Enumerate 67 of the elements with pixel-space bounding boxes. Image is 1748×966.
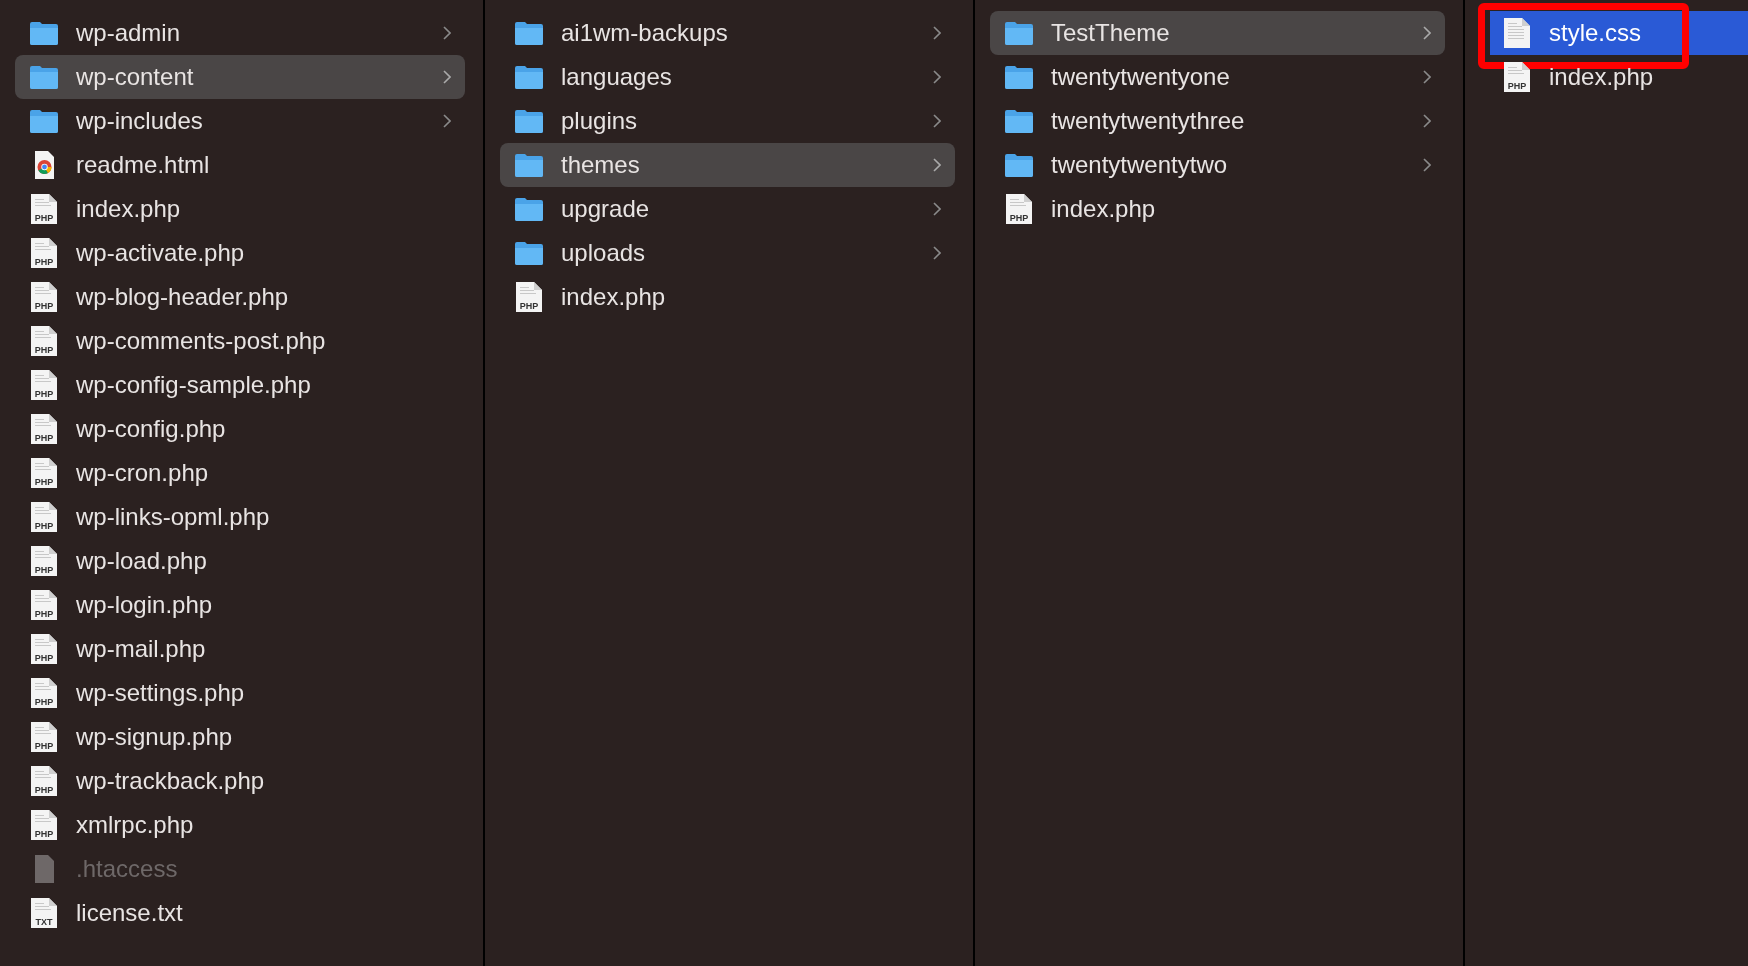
document-icon: PHP bbox=[29, 765, 59, 797]
file-row[interactable]: PHP wp-settings.php bbox=[15, 671, 465, 715]
chevron-icon bbox=[443, 114, 451, 128]
document-icon: PHP bbox=[29, 809, 59, 841]
file-row[interactable]: PHP index.php bbox=[15, 187, 465, 231]
document-icon bbox=[1502, 17, 1532, 49]
folder-row[interactable]: wp-admin bbox=[15, 11, 465, 55]
document-icon: TXT bbox=[29, 897, 59, 929]
folder-row[interactable]: plugins bbox=[500, 99, 955, 143]
chevron-icon bbox=[1423, 158, 1431, 172]
document-icon: PHP bbox=[29, 457, 59, 489]
chevron-icon bbox=[933, 246, 941, 260]
file-row[interactable]: PHP xmlrpc.php bbox=[15, 803, 465, 847]
chevron-icon bbox=[933, 70, 941, 84]
chevron-icon bbox=[1423, 70, 1431, 84]
document-icon: PHP bbox=[29, 545, 59, 577]
file-row[interactable]: PHP wp-signup.php bbox=[15, 715, 465, 759]
file-row[interactable]: PHP wp-activate.php bbox=[15, 231, 465, 275]
folder-row[interactable]: twentytwentythree bbox=[990, 99, 1445, 143]
folder-row[interactable]: upgrade bbox=[500, 187, 955, 231]
folder-row[interactable]: languages bbox=[500, 55, 955, 99]
file-row[interactable]: PHP wp-comments-post.php bbox=[15, 319, 465, 363]
document-icon: PHP bbox=[514, 281, 544, 313]
document-icon: PHP bbox=[29, 677, 59, 709]
file-row[interactable]: PHP wp-load.php bbox=[15, 539, 465, 583]
document-icon: PHP bbox=[29, 237, 59, 269]
file-row[interactable]: style.css bbox=[1490, 11, 1748, 55]
folder-row[interactable]: uploads bbox=[500, 231, 955, 275]
document-icon: PHP bbox=[29, 633, 59, 665]
chevron-icon bbox=[933, 114, 941, 128]
file-row[interactable]: PHP wp-cron.php bbox=[15, 451, 465, 495]
file-row[interactable]: PHP wp-login.php bbox=[15, 583, 465, 627]
file-row[interactable]: TXT license.txt bbox=[15, 891, 465, 935]
folder-row[interactable]: twentytwentyone bbox=[990, 55, 1445, 99]
document-icon: PHP bbox=[1004, 193, 1034, 225]
file-row[interactable]: PHP wp-config-sample.php bbox=[15, 363, 465, 407]
folder-row[interactable]: TestTheme bbox=[990, 11, 1445, 55]
document-icon: PHP bbox=[29, 721, 59, 753]
chevron-icon bbox=[443, 70, 451, 84]
folder-row[interactable]: twentytwentytwo bbox=[990, 143, 1445, 187]
file-row[interactable]: PHP index.php bbox=[1490, 55, 1748, 99]
chevron-icon bbox=[1423, 26, 1431, 40]
chevron-icon bbox=[443, 26, 451, 40]
file-row[interactable]: PHP wp-blog-header.php bbox=[15, 275, 465, 319]
chevron-icon bbox=[933, 158, 941, 172]
document-icon: PHP bbox=[29, 413, 59, 445]
file-row[interactable]: PHP wp-links-opml.php bbox=[15, 495, 465, 539]
file-row[interactable]: PHP wp-config.php bbox=[15, 407, 465, 451]
folder-row[interactable]: themes bbox=[500, 143, 955, 187]
document-icon: PHP bbox=[29, 325, 59, 357]
chevron-icon bbox=[933, 26, 941, 40]
chevron-icon bbox=[933, 202, 941, 216]
folder-row[interactable]: wp-includes bbox=[15, 99, 465, 143]
file-row[interactable]: PHP index.php bbox=[990, 187, 1445, 231]
file-row[interactable]: PHP index.php bbox=[500, 275, 955, 319]
document-icon: PHP bbox=[29, 193, 59, 225]
document-icon: PHP bbox=[1502, 61, 1532, 93]
document-icon: PHP bbox=[29, 501, 59, 533]
document-icon: PHP bbox=[29, 369, 59, 401]
folder-row[interactable]: ai1wm-backups bbox=[500, 11, 955, 55]
file-row[interactable]: readme.html bbox=[15, 143, 465, 187]
folder-row[interactable]: wp-content bbox=[15, 55, 465, 99]
document-icon: PHP bbox=[29, 589, 59, 621]
document-icon: PHP bbox=[29, 281, 59, 313]
file-row[interactable]: PHP wp-trackback.php bbox=[15, 759, 465, 803]
file-row[interactable]: PHP wp-mail.php bbox=[15, 627, 465, 671]
chevron-icon bbox=[1423, 114, 1431, 128]
